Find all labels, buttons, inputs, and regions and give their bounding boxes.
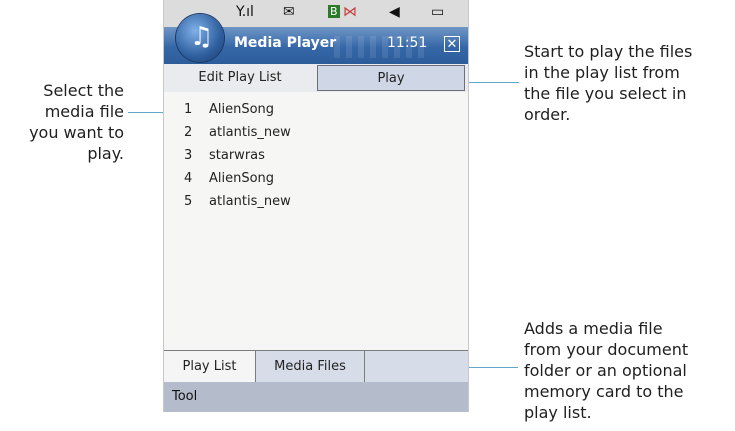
close-button[interactable]: ✕ (444, 36, 460, 52)
top-tab-bar: Edit Play List Play (164, 64, 468, 93)
list-item-number: 4 (184, 171, 193, 186)
annotation-select-file: Select the media file you want to play. (0, 80, 124, 164)
list-item[interactable]: 2 atlantis_new (164, 121, 468, 144)
tab-play-list[interactable]: Play List (164, 351, 255, 383)
annotation-line: memory card to the (524, 382, 684, 401)
media-player-logo-icon: ♫ (176, 14, 224, 62)
tab-play[interactable]: Play (317, 65, 465, 91)
annotation-line: play. (87, 144, 124, 163)
list-item[interactable]: 4 AlienSong (164, 167, 468, 190)
softkey-bar: Tool (164, 382, 468, 412)
bottom-tab-bar: Play List Media Files (164, 350, 468, 383)
annotation-line: in the play list from (524, 63, 680, 82)
softkey-tool[interactable]: Tool (172, 382, 197, 412)
list-item-number: 2 (184, 125, 193, 140)
message-icon: ✉ (283, 4, 295, 20)
annotation-play: Start to play the files in the play list… (524, 41, 734, 125)
annotation-line: media file (44, 102, 124, 121)
network-icon: ⋈ (343, 4, 357, 20)
annotation-line: Adds a media file (524, 319, 663, 338)
list-item[interactable]: 3 starwras (164, 144, 468, 167)
tab-empty (365, 351, 468, 383)
annotation-line: Start to play the files (524, 42, 693, 61)
list-item-name: atlantis_new (209, 194, 291, 209)
clock: 11:51 (387, 35, 428, 51)
tab-media-files[interactable]: Media Files (255, 351, 365, 383)
annotation-line: order. (524, 105, 571, 124)
tab-edit-play-list[interactable]: Edit Play List (164, 64, 316, 92)
list-item-number: 1 (184, 102, 193, 117)
playlist: 1 AlienSong 2 atlantis_new 3 starwras 4 … (164, 92, 468, 343)
list-item[interactable]: 5 atlantis_new (164, 190, 468, 213)
list-item[interactable]: 1 AlienSong (164, 98, 468, 121)
list-item-name: AlienSong (209, 171, 275, 186)
annotation-line: folder or an optional (524, 361, 687, 380)
battery-icon: ▭ (431, 4, 445, 20)
signal-icon: Y.ıl (236, 4, 254, 20)
list-item-number: 5 (184, 194, 193, 209)
list-item-name: atlantis_new (209, 125, 291, 140)
annotation-line: play list. (524, 403, 592, 422)
app-title: Media Player (234, 35, 337, 51)
annotation-line: Select the (43, 81, 124, 100)
phone-screen: Y.ıl ✉ B ⋈ ◀ ▭ ♫ Media Player 11:51 ✕ Ed… (163, 0, 469, 412)
list-item-name: AlienSong (209, 102, 275, 117)
annotation-line: the file you select in (524, 84, 687, 103)
volume-icon: ◀ (389, 4, 400, 20)
bluetooth-icon: B (328, 5, 340, 18)
annotation-line: from your document (524, 340, 689, 359)
annotation-line: you want to (29, 123, 124, 142)
music-note-icon: ♫ (190, 22, 214, 52)
annotation-media-files: Adds a media file from your document fol… (524, 318, 734, 423)
list-item-number: 3 (184, 148, 193, 163)
list-item-name: starwras (209, 148, 265, 163)
